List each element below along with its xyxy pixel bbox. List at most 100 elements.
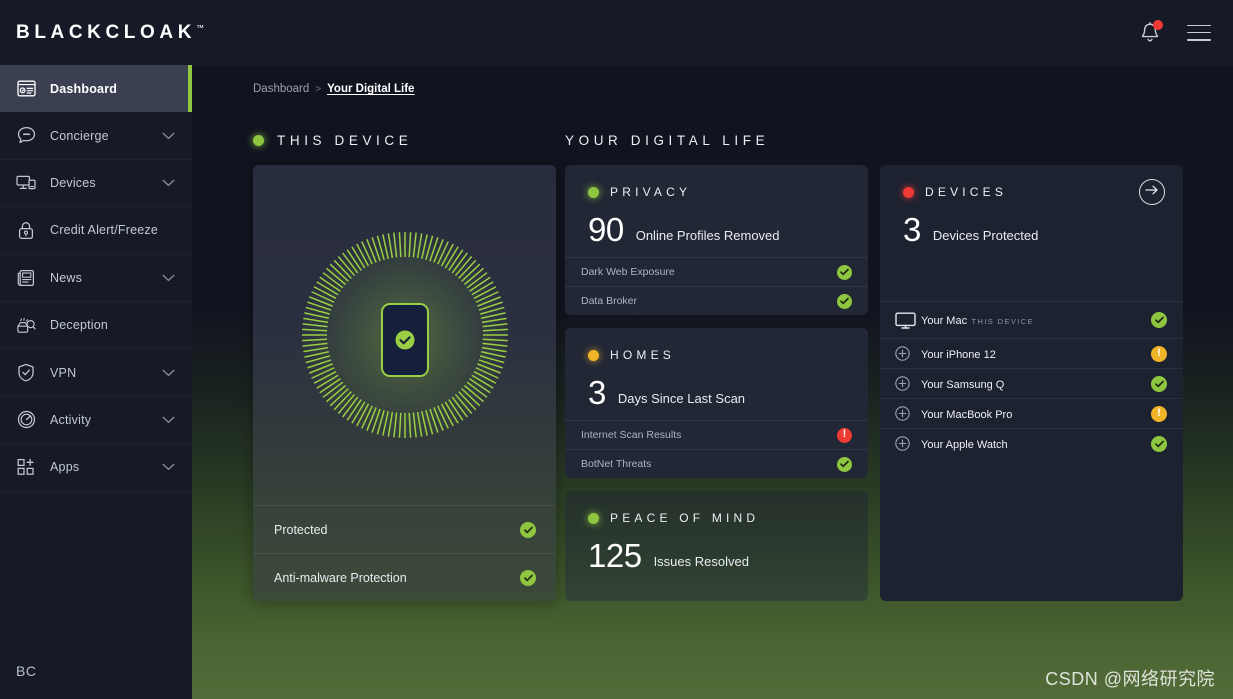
status-badge-ok xyxy=(520,522,536,538)
plus-circle-icon xyxy=(895,406,917,421)
bell-icon xyxy=(1139,31,1161,48)
devices-icon xyxy=(16,173,36,193)
devices-card-open-button[interactable] xyxy=(1139,179,1165,205)
chevron-down-icon[interactable] xyxy=(162,176,176,190)
brand-trademark: ™ xyxy=(196,23,204,32)
sidebar-item-credit-alert-freeze[interactable]: Credit Alert/Freeze xyxy=(0,207,192,254)
notifications-button[interactable] xyxy=(1139,21,1161,44)
chevron-down-icon[interactable] xyxy=(162,413,176,427)
status-dot-yellow xyxy=(588,350,599,361)
device-name: Your MacBook Pro xyxy=(921,409,1012,421)
digital-life-section-title: YOUR DIGITAL LIFE xyxy=(565,133,769,148)
sidebar-item-activity[interactable]: Activity xyxy=(0,397,192,444)
sidebar-item-devices[interactable]: Devices xyxy=(0,160,192,207)
sidebar-item-concierge[interactable]: Concierge xyxy=(0,112,192,159)
lock-icon xyxy=(16,220,36,240)
breadcrumb-current[interactable]: Your Digital Life xyxy=(327,83,414,95)
brand-logo[interactable]: BLACKCLOAK™ xyxy=(16,22,204,44)
status-badge-ok xyxy=(837,265,852,280)
this-device-section-title: THIS DEVICE xyxy=(253,133,412,148)
peace-card-title: PEACE OF MIND xyxy=(610,511,759,525)
peace-metric-value: 125 xyxy=(588,539,642,572)
sidebar-item-label: Credit Alert/Freeze xyxy=(50,223,192,237)
peace-metric-caption: Issues Resolved xyxy=(654,554,749,569)
status-row[interactable]: Internet Scan Results ! xyxy=(565,420,868,449)
devices-card: DEVICES 3 Devices Protected Your Mac THI… xyxy=(880,165,1183,601)
sidebar: Dashboard Concierge Devices Credit Alert… xyxy=(0,65,192,699)
device-name: Your Apple Watch xyxy=(921,439,1008,451)
exclamation-glyph: ! xyxy=(1157,348,1161,359)
peace-card-metric: 125 Issues Resolved xyxy=(565,525,868,572)
dashboard-icon xyxy=(16,79,36,99)
homes-card-title: HOMES xyxy=(610,348,675,362)
sidebar-item-apps[interactable]: Apps xyxy=(0,444,192,491)
device-sublabel: THIS DEVICE xyxy=(972,317,1035,326)
sidebar-item-label: Dashboard xyxy=(50,82,192,96)
exclamation-glyph: ! xyxy=(843,429,847,440)
status-dot-green xyxy=(588,187,599,198)
chevron-down-icon[interactable] xyxy=(162,460,176,474)
status-row-label: Dark Web Exposure xyxy=(581,266,837,278)
devices-metric-caption: Devices Protected xyxy=(933,228,1039,243)
this-device-card: Protected Anti-malware Protection xyxy=(253,165,556,601)
hamburger-menu-icon[interactable] xyxy=(1187,25,1211,41)
privacy-card: PRIVACY 90 Online Profiles Removed Dark … xyxy=(565,165,868,315)
shield-check-icon xyxy=(16,363,36,383)
status-row[interactable]: Data Broker xyxy=(565,286,868,315)
hamburger-bar xyxy=(1187,39,1211,41)
devices-list: Your Mac THIS DEVICE Your iPhone 12 ! Yo… xyxy=(880,301,1183,458)
device-list-item[interactable]: Your Mac THIS DEVICE xyxy=(880,301,1183,338)
chevron-down-icon[interactable] xyxy=(162,129,176,143)
sidebar-item-dashboard[interactable]: Dashboard xyxy=(0,65,192,112)
newspaper-icon xyxy=(16,268,36,288)
main-content: Dashboard > Your Digital Life THIS DEVIC… xyxy=(192,65,1233,699)
privacy-card-metric: 90 Online Profiles Removed xyxy=(565,199,868,246)
this-device-title-text: THIS DEVICE xyxy=(277,133,412,148)
device-protection-visual xyxy=(253,165,556,505)
device-name-block: Your Samsung Q xyxy=(917,375,1151,393)
device-list-item[interactable]: Your Apple Watch xyxy=(880,428,1183,458)
status-row[interactable]: Anti-malware Protection xyxy=(253,553,556,601)
sidebar-item-label: Apps xyxy=(50,460,162,474)
status-row-label: Anti-malware Protection xyxy=(274,571,520,585)
status-row[interactable]: BotNet Threats xyxy=(565,449,868,478)
top-bar: BLACKCLOAK™ xyxy=(0,0,1233,65)
device-name-block: Your MacBook Pro xyxy=(917,405,1151,423)
status-badge-ok xyxy=(1151,376,1167,392)
sidebar-footer[interactable]: BC xyxy=(0,643,192,699)
deception-icon xyxy=(16,315,36,335)
notification-badge-dot xyxy=(1153,20,1163,30)
status-badge-ok xyxy=(1151,436,1167,452)
privacy-status-rows: Dark Web Exposure Data Broker xyxy=(565,257,868,315)
arrow-right-icon xyxy=(1145,183,1159,201)
status-badge-ok xyxy=(520,570,536,586)
device-list-item[interactable]: Your MacBook Pro ! xyxy=(880,398,1183,428)
sidebar-item-label: Activity xyxy=(50,413,162,427)
status-dot-red xyxy=(903,187,914,198)
sidebar-item-deception[interactable]: Deception xyxy=(0,302,192,349)
chevron-down-icon[interactable] xyxy=(162,366,176,380)
status-row[interactable]: Dark Web Exposure xyxy=(565,257,868,286)
homes-metric-caption: Days Since Last Scan xyxy=(618,391,745,406)
homes-card: HOMES 3 Days Since Last Scan Internet Sc… xyxy=(565,328,868,478)
peace-of-mind-card: PEACE OF MIND 125 Issues Resolved xyxy=(565,491,868,601)
this-device-status-rows: Protected Anti-malware Protection xyxy=(253,505,556,601)
sidebar-item-news[interactable]: News xyxy=(0,255,192,302)
app-root: BLACKCLOAK™ Das xyxy=(0,0,1233,699)
breadcrumb-root[interactable]: Dashboard xyxy=(253,83,309,95)
privacy-card-header: PRIVACY xyxy=(565,165,868,199)
device-name-block: Your Mac THIS DEVICE xyxy=(917,311,1151,329)
status-row[interactable]: Protected xyxy=(253,505,556,553)
device-list-item[interactable]: Your iPhone 12 ! xyxy=(880,338,1183,368)
device-name: Your iPhone 12 xyxy=(921,349,996,361)
exclamation-glyph: ! xyxy=(1157,408,1161,419)
status-badge-ok xyxy=(837,294,852,309)
sidebar-item-vpn[interactable]: VPN xyxy=(0,349,192,396)
digital-life-title-text: YOUR DIGITAL LIFE xyxy=(565,133,769,148)
device-list-item[interactable]: Your Samsung Q xyxy=(880,368,1183,398)
status-row-label: Internet Scan Results xyxy=(581,429,837,441)
monitor-icon xyxy=(895,312,917,329)
chevron-down-icon[interactable] xyxy=(162,271,176,285)
hamburger-bar xyxy=(1187,32,1211,34)
peace-card-header: PEACE OF MIND xyxy=(565,491,868,525)
